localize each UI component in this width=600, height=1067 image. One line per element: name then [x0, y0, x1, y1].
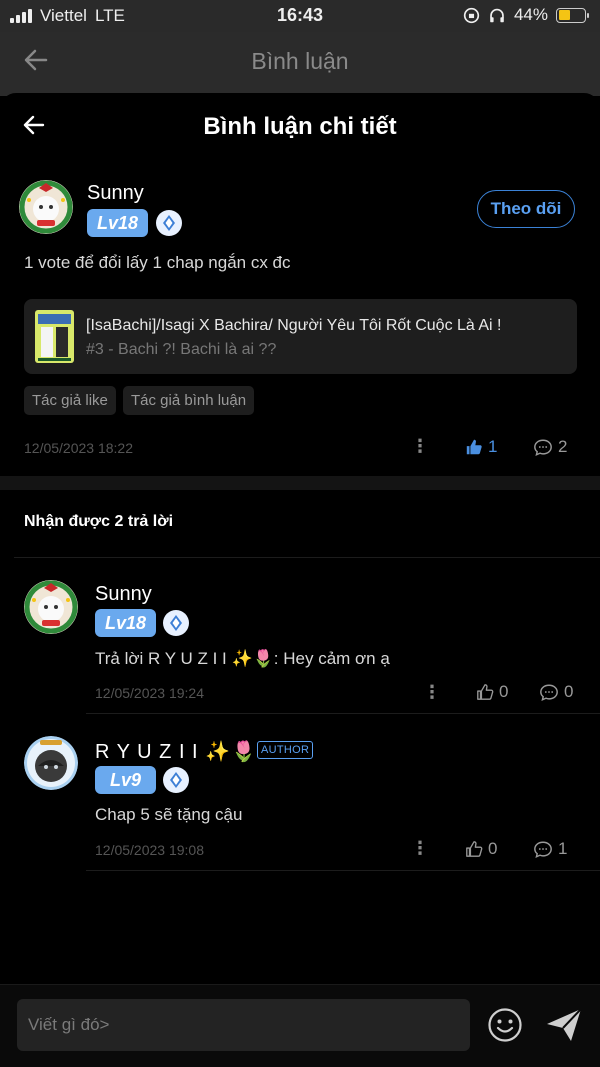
sheet-header: Bình luận chi tiết — [0, 93, 600, 163]
thumb-up-icon — [477, 684, 494, 700]
level-badge: Lv18 — [95, 609, 156, 637]
like-count: 0 — [488, 839, 498, 858]
reply-text: Chap 5 sẽ tặng cậu — [95, 805, 243, 824]
thumb-up-icon — [466, 439, 482, 455]
story-card[interactable]: [IsaBachi]/Isagi X Bachira/ Người Yêu Tô… — [24, 299, 577, 374]
send-button[interactable] — [545, 1007, 583, 1043]
gem-icon — [156, 210, 182, 236]
comment-input[interactable] — [17, 999, 470, 1051]
divider — [86, 870, 600, 871]
page-title: Bình luận chi tiết — [203, 113, 397, 140]
gem-icon — [163, 610, 189, 636]
orientation-lock-icon — [463, 7, 480, 23]
tag-author-comment: Tác giả bình luận — [123, 386, 255, 415]
comment-detail-sheet: Bình luận chi tiết Sunny Lv18 Theo dõi 1… — [0, 93, 600, 1067]
reply-text: Trả lời R Y U Z I I ✨🌷: Hey cảm ơn ạ — [95, 649, 390, 668]
reply-count: 0 — [564, 682, 574, 701]
send-icon — [547, 1008, 582, 1041]
tag-author-like: Tác giả like — [24, 386, 116, 415]
emoji-icon — [488, 1008, 522, 1042]
section-divider — [0, 476, 600, 490]
reply-avatar[interactable] — [24, 580, 78, 634]
like-button[interactable]: 0 — [476, 682, 508, 702]
status-bar: Viettel LTE 16:43 44% — [0, 0, 600, 32]
reply-button[interactable]: 0 — [539, 682, 573, 702]
reply-button[interactable]: 1 — [533, 839, 567, 859]
more-dots-icon[interactable]: ⋮ — [423, 683, 441, 701]
gem-icon — [163, 767, 189, 793]
background-title: Bình luận — [251, 48, 349, 74]
story-chapter: #3 - Bachi ?! Bachi là ai ?? — [86, 341, 277, 358]
reply-count: 2 — [558, 437, 568, 456]
thumb-up-icon — [466, 841, 483, 857]
story-thumbnail — [35, 310, 74, 363]
like-count: 0 — [499, 682, 509, 701]
headphones-icon — [490, 8, 504, 22]
comment-bubble-icon — [540, 683, 558, 701]
emoji-button[interactable] — [487, 1007, 523, 1043]
level-badge: Lv9 — [95, 766, 156, 794]
author-badge: AUTHOR — [257, 741, 314, 759]
reply-date: 12/05/2023 19:08 — [95, 842, 204, 858]
replies-count-heading: Nhận được 2 trả lời — [24, 513, 174, 530]
more-dots-icon[interactable]: ⋮ — [411, 437, 429, 455]
reply-username[interactable]: Sunny — [95, 583, 152, 606]
like-count: 1 — [488, 437, 498, 456]
reply-avatar[interactable] — [24, 736, 78, 790]
comment-date: 12/05/2023 18:22 — [24, 440, 133, 456]
reply-button[interactable]: 2 — [533, 437, 567, 457]
divider — [86, 713, 600, 714]
reply-username[interactable]: R Y U Z I I ✨🌷 — [95, 739, 257, 764]
background-header: Bình luận — [0, 32, 600, 96]
comment-text: 1 vote để đổi lấy 1 chap ngắn cx đc — [24, 253, 291, 272]
reply-date: 12/05/2023 19:24 — [95, 685, 204, 701]
follow-button[interactable]: Theo dõi — [477, 190, 575, 228]
comment-composer — [0, 984, 600, 1067]
comment-bubble-icon — [534, 840, 552, 858]
battery-icon — [556, 7, 589, 23]
battery-percent: 44% — [513, 5, 548, 24]
like-button[interactable]: 0 — [465, 839, 497, 859]
like-button[interactable]: 1 — [465, 437, 497, 457]
story-title: [IsaBachi]/Isagi X Bachira/ Người Yêu Tô… — [86, 317, 502, 334]
level-badge: Lv18 — [87, 209, 148, 237]
divider — [14, 557, 600, 558]
avatar[interactable] — [19, 180, 73, 234]
comment-username[interactable]: Sunny — [87, 182, 144, 205]
more-dots-icon[interactable]: ⋮ — [411, 839, 429, 857]
comment-bubble-icon — [534, 438, 552, 456]
reply-count: 1 — [558, 839, 568, 858]
